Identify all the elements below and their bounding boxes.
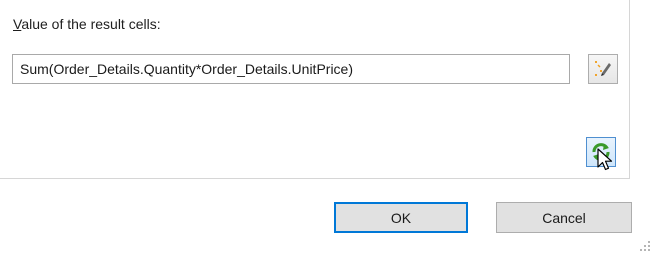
formula-edit-button[interactable] <box>588 54 618 84</box>
dialog: Value of the result cells: OK <box>0 0 653 254</box>
result-value-label: Value of the result cells: <box>13 16 161 32</box>
cancel-button[interactable]: Cancel <box>496 202 632 233</box>
result-value-input[interactable] <box>12 54 570 84</box>
formula-edit-icon <box>595 61 611 76</box>
resize-grip-icon[interactable] <box>639 240 651 252</box>
ok-button[interactable]: OK <box>334 202 468 233</box>
refresh-icon <box>592 143 610 161</box>
content-panel: Value of the result cells: <box>0 0 630 179</box>
refresh-button[interactable] <box>586 137 616 167</box>
label-text: alue of the result cells: <box>21 16 161 32</box>
